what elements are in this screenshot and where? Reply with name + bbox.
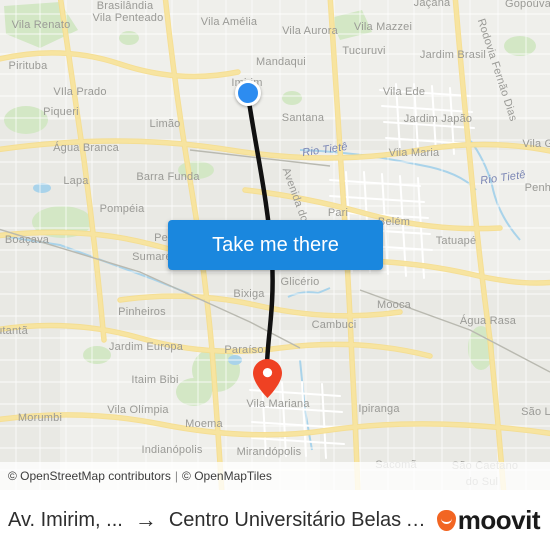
destination-label[interactable]: Centro Universitário Belas Artes de ... xyxy=(169,509,429,532)
origin-label[interactable]: Av. Imirim, ... xyxy=(8,509,123,532)
destination-marker[interactable] xyxy=(252,359,282,398)
origin-marker[interactable] xyxy=(235,80,261,106)
attribution-osm[interactable]: © OpenStreetMap contributors xyxy=(8,469,171,483)
moovit-logo[interactable]: moovit xyxy=(436,504,541,536)
moovit-pin-icon xyxy=(436,509,456,531)
arrow-right-icon: → xyxy=(134,507,157,532)
map-attribution: © OpenStreetMap contributors | © OpenMap… xyxy=(0,462,550,490)
attribution-tiles[interactable]: © OpenMapTiles xyxy=(182,469,272,483)
attribution-separator: | xyxy=(174,469,179,483)
trip-summary-bar: Av. Imirim, ... → Centro Universitário B… xyxy=(0,490,550,550)
take-me-there-button[interactable]: Take me there xyxy=(168,220,383,270)
moovit-wordmark: moovit xyxy=(457,504,541,535)
map-screen: .mj{stroke:#f7e4a0;fill:none;stroke-line… xyxy=(0,0,550,550)
